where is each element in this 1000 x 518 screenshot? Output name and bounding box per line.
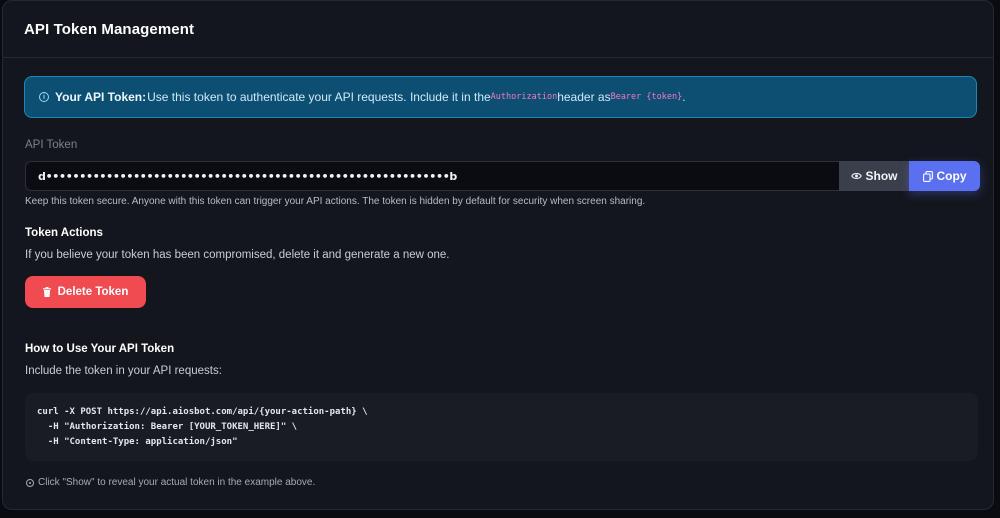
token-security-hint: Keep this token secure. Anyone with this… [25, 196, 646, 207]
copy-icon [922, 170, 933, 182]
token-actions-description: If you believe your token has been compr… [25, 249, 450, 261]
code-example[interactable]: curl -X POST https://api.aiosbot.com/api… [25, 393, 978, 461]
copy-token-button[interactable]: Copy [909, 161, 980, 191]
eye-icon [850, 172, 862, 180]
api-token-card: API Token Management i Your API Token: U… [2, 0, 994, 510]
usage-title: How to Use Your API Token [25, 343, 175, 355]
copy-button-label: Copy [936, 169, 967, 183]
footnote-text: Click "Show" to reveal your actual token… [38, 477, 316, 488]
info-icon: i [39, 92, 49, 102]
api-token-label: API Token [25, 139, 78, 151]
token-field[interactable]: d•••••••••••••••••••••••••••••••••••••••… [25, 161, 839, 191]
show-token-button[interactable]: Show [839, 161, 909, 191]
page-title: API Token Management [24, 20, 195, 38]
trash-icon [42, 287, 51, 297]
code-line: curl -X POST https://api.aiosbot.com/api… [37, 407, 368, 417]
usage-footnote: Click "Show" to reveal your actual token… [26, 477, 315, 488]
delete-token-button[interactable]: Delete Token [25, 276, 146, 308]
token-actions-title: Token Actions [25, 227, 103, 239]
alert-text-3: . [682, 90, 686, 104]
alert-text-1: Use this token to authenticate your API … [147, 90, 491, 104]
alert-code-authorization: Authorization [490, 92, 558, 102]
info-alert: i Your API Token: Use this token to auth… [24, 76, 977, 118]
delete-button-label: Delete Token [57, 286, 129, 298]
alert-strong: Your API Token: [55, 90, 147, 104]
usage-description: Include the token in your API requests: [25, 365, 222, 377]
code-line: -H "Content-Type: application/json" [37, 437, 238, 447]
card-header: API Token Management [3, 1, 993, 58]
alert-code-bearer: Bearer {token} [610, 92, 683, 102]
show-button-label: Show [865, 169, 898, 183]
token-row: d•••••••••••••••••••••••••••••••••••••••… [25, 161, 980, 191]
lightbulb-icon [26, 478, 34, 487]
code-line: -H "Authorization: Bearer [YOUR_TOKEN_HE… [37, 422, 298, 432]
alert-text-2: header as [557, 90, 611, 104]
